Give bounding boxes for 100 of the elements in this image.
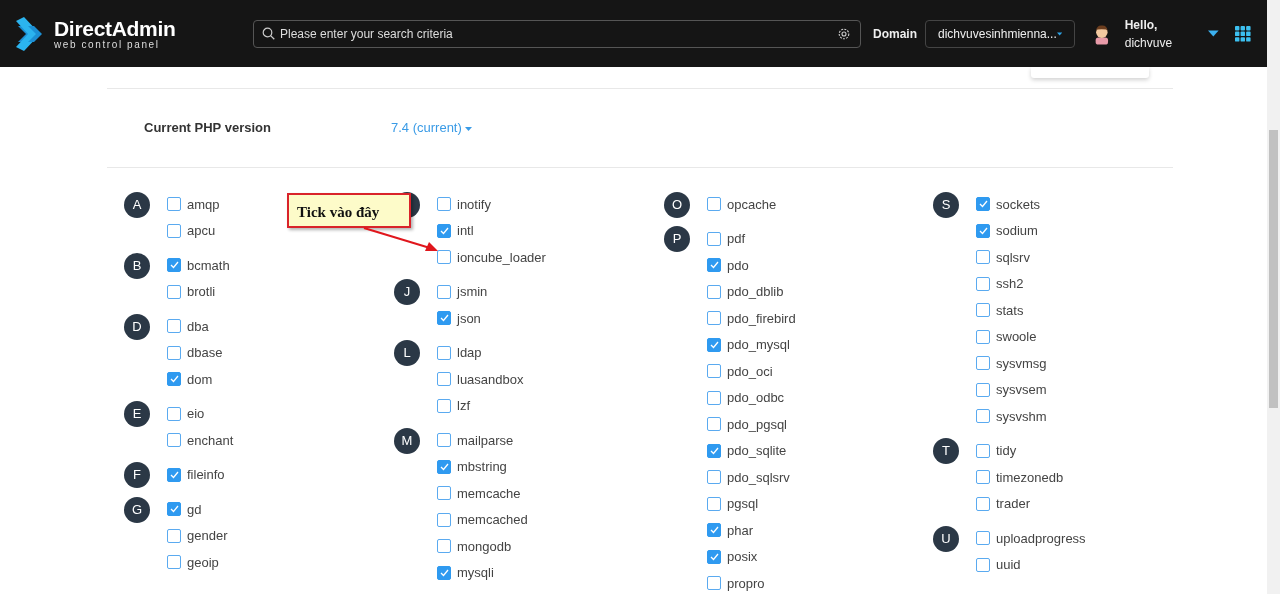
checkbox[interactable] xyxy=(707,496,721,511)
checkbox[interactable] xyxy=(437,223,451,238)
checkbox[interactable] xyxy=(167,345,181,360)
checkbox[interactable] xyxy=(976,496,990,511)
checkbox[interactable] xyxy=(707,576,721,591)
checkbox[interactable] xyxy=(707,523,721,538)
checkbox[interactable] xyxy=(437,284,451,299)
letter-marker: P xyxy=(664,226,690,252)
extension-label: fileinfo xyxy=(187,466,225,484)
checkbox[interactable] xyxy=(437,539,451,554)
letter-marker: T xyxy=(933,438,959,464)
scrollbar[interactable] xyxy=(1267,0,1280,594)
extension-label: gender xyxy=(187,527,228,545)
checkbox[interactable] xyxy=(976,223,990,238)
checkbox[interactable] xyxy=(437,197,451,212)
extension-label: uuid xyxy=(996,556,1021,574)
extension-label: brotli xyxy=(187,283,216,301)
checkbox[interactable] xyxy=(437,250,451,265)
checkbox[interactable] xyxy=(167,223,181,238)
checkbox[interactable] xyxy=(437,345,451,360)
checkbox[interactable] xyxy=(707,443,721,458)
extension-label: memcached xyxy=(457,511,528,529)
checkbox[interactable] xyxy=(976,409,990,424)
checkbox[interactable] xyxy=(707,364,721,379)
checkbox[interactable] xyxy=(167,258,181,273)
checkbox[interactable] xyxy=(707,470,721,485)
checkbox[interactable] xyxy=(707,258,721,273)
extension-label: pdo_sqlite xyxy=(727,442,787,460)
extension-label: gd xyxy=(187,500,202,519)
checkbox[interactable] xyxy=(976,382,990,397)
checkbox[interactable] xyxy=(167,372,181,387)
checkbox[interactable] xyxy=(976,329,990,344)
letter-marker: S xyxy=(933,191,959,218)
extension-label: sodium xyxy=(996,222,1038,240)
checkbox[interactable] xyxy=(976,531,990,546)
caret-icon[interactable] xyxy=(1208,30,1220,37)
checkbox[interactable] xyxy=(437,433,451,448)
extension-label: lzf xyxy=(457,397,470,415)
checkbox[interactable] xyxy=(707,197,721,212)
checkbox[interactable] xyxy=(707,549,721,564)
extension-label: swoole xyxy=(996,328,1037,346)
extension-label: json xyxy=(457,309,481,328)
extension-label: geoip xyxy=(187,553,219,572)
checkbox[interactable] xyxy=(167,284,181,299)
checkbox[interactable] xyxy=(707,417,721,432)
extension-label: ssh2 xyxy=(996,275,1024,293)
letter-marker: M xyxy=(394,427,420,454)
extension-label: dba xyxy=(187,317,209,336)
checkbox[interactable] xyxy=(707,337,721,352)
checkbox[interactable] xyxy=(976,557,990,572)
settings-icon[interactable] xyxy=(837,26,851,41)
checkbox[interactable] xyxy=(976,470,990,485)
caret-icon[interactable] xyxy=(1056,30,1062,37)
scrollbar-thumb[interactable] xyxy=(1269,130,1278,408)
checkbox[interactable] xyxy=(976,197,990,212)
extension-label: pdo_dblib xyxy=(727,283,784,301)
letter-marker: E xyxy=(124,401,150,427)
search-icon xyxy=(262,26,275,40)
checkbox[interactable] xyxy=(707,311,721,326)
checkbox[interactable] xyxy=(167,197,181,212)
extension-label: luasandbox xyxy=(457,370,524,389)
extension-label: inotify xyxy=(457,195,491,214)
checkbox[interactable] xyxy=(707,231,721,246)
checkbox[interactable] xyxy=(167,467,181,482)
domain-select[interactable]: dichvuvesinhmienna... xyxy=(925,19,1075,48)
extension-label: sysvmsg xyxy=(996,354,1047,373)
letter-marker: A xyxy=(124,191,150,218)
extension-label: opcache xyxy=(727,195,777,214)
checkbox[interactable] xyxy=(707,390,721,405)
checkbox[interactable] xyxy=(437,311,451,326)
checkbox[interactable] xyxy=(437,459,451,474)
domain-label: Domain xyxy=(873,25,917,43)
checkbox[interactable] xyxy=(976,443,990,458)
letter-marker: O xyxy=(664,191,690,218)
checkbox[interactable] xyxy=(437,565,451,580)
letter-marker: L xyxy=(394,340,420,366)
checkbox[interactable] xyxy=(167,433,181,448)
checkbox[interactable] xyxy=(437,372,451,387)
checkbox[interactable] xyxy=(707,284,721,299)
checkbox[interactable] xyxy=(437,398,451,413)
checkbox[interactable] xyxy=(976,276,990,291)
checkbox[interactable] xyxy=(167,528,181,543)
extension-label: posix xyxy=(727,548,758,566)
checkbox[interactable] xyxy=(976,303,990,318)
apps-grid-icon[interactable] xyxy=(1235,24,1251,43)
checkbox[interactable] xyxy=(437,486,451,501)
checkbox[interactable] xyxy=(976,356,990,371)
extension-label: mysqli xyxy=(457,564,494,582)
extension-label: ioncube_loader xyxy=(457,248,546,267)
user-greeting[interactable]: Hello, dichvuve xyxy=(1124,15,1199,52)
search-field[interactable]: Please enter your search criteria xyxy=(253,19,861,48)
letter-marker: J xyxy=(394,279,420,305)
checkbox[interactable] xyxy=(167,406,181,421)
checkbox[interactable] xyxy=(167,502,181,517)
checkbox[interactable] xyxy=(167,319,181,334)
checkbox[interactable] xyxy=(167,555,181,570)
letter-marker: B xyxy=(124,252,150,279)
checkbox[interactable] xyxy=(976,250,990,265)
checkbox[interactable] xyxy=(437,512,451,527)
logo-text: DirectAdmin xyxy=(54,17,176,39)
